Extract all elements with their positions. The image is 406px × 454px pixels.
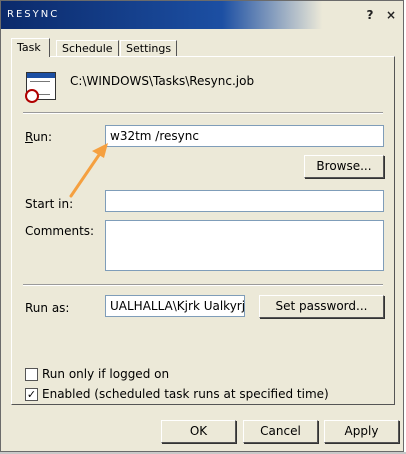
comments-label: Comments: — [25, 224, 95, 238]
clock-icon — [25, 89, 39, 103]
tab-settings[interactable]: Settings — [120, 40, 177, 56]
run-as-input[interactable]: UALHALLA\Kjrk Ualkyrje — [105, 295, 245, 317]
divider — [23, 284, 383, 286]
apply-button[interactable]: Apply — [324, 420, 399, 443]
icon-title-bar — [27, 73, 55, 78]
run-only-logged-on-checkbox[interactable] — [25, 368, 38, 381]
comments-input[interactable] — [105, 220, 384, 271]
ok-button[interactable]: OK — [161, 420, 236, 443]
run-only-logged-on-label[interactable]: Run only if logged on — [42, 367, 169, 381]
start-in-input[interactable] — [105, 190, 384, 212]
start-in-label: Start in: — [25, 197, 74, 211]
divider — [23, 112, 383, 114]
tab-schedule[interactable]: Schedule — [56, 40, 119, 56]
close-button[interactable]: × — [383, 7, 399, 23]
run-command-input[interactable]: w32tm /resync — [105, 125, 384, 147]
enabled-checkbox[interactable]: ✓ — [25, 388, 38, 401]
cancel-button[interactable]: Cancel — [243, 420, 318, 443]
tab-task[interactable]: Task — [11, 38, 50, 57]
run-as-label: Run as: — [25, 301, 70, 315]
title-bar[interactable]: Resync ? × — [1, 1, 403, 29]
enabled-label[interactable]: Enabled (scheduled task runs at specifie… — [42, 387, 329, 401]
browse-button[interactable]: Browse... — [304, 155, 384, 178]
task-file-path: C:\WINDOWS\Tasks\Resync.job — [70, 74, 255, 88]
window-title: Resync — [7, 9, 60, 20]
scheduled-task-file-icon — [25, 72, 56, 103]
set-password-button[interactable]: Set password... — [259, 295, 384, 318]
help-button[interactable]: ? — [362, 7, 378, 23]
resync-dialog: Resync ? × Task Schedule Settings C:\WIN… — [0, 0, 404, 452]
run-label: Run: — [25, 130, 53, 144]
